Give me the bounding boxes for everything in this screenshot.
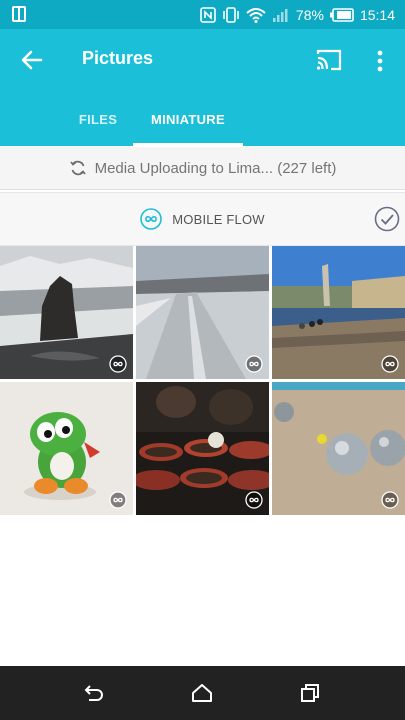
check-circle-icon[interactable] — [374, 206, 400, 232]
photo-tile-beach[interactable] — [0, 246, 133, 379]
tab-bar: FILES MINIATURE — [0, 93, 405, 146]
flow-label: MOBILE FLOW — [172, 211, 265, 227]
photo-tile-snow-road[interactable] — [136, 246, 269, 379]
recents-nav-icon[interactable] — [298, 681, 322, 705]
vibrate-icon — [223, 6, 239, 23]
tab-miniature-label: MINIATURE — [151, 112, 225, 127]
status-bar: 78% 15:14 — [0, 0, 405, 29]
infinity-icon — [109, 355, 127, 373]
battery-icon — [329, 7, 354, 22]
infinity-icon — [381, 491, 399, 509]
back-nav-icon[interactable] — [82, 681, 106, 705]
photo-tile-beer-pong[interactable] — [136, 382, 269, 515]
more-vertical-icon[interactable] — [372, 47, 388, 75]
app-bar: Pictures FILES MINIATURE — [0, 29, 405, 146]
infinity-icon — [381, 355, 399, 373]
infinity-icon — [140, 208, 163, 230]
photo-tile-river[interactable] — [272, 246, 405, 379]
infinity-icon — [245, 491, 263, 509]
back-arrow-icon[interactable] — [19, 47, 45, 73]
upload-status-text: Media Uploading to Lima... (227 left) — [94, 159, 337, 177]
wifi-icon — [246, 7, 266, 23]
tab-indicator — [133, 143, 243, 146]
tab-files-label: FILES — [78, 112, 118, 127]
flow-header: MOBILE FLOW — [0, 192, 405, 246]
tab-files[interactable]: FILES — [66, 93, 130, 146]
cast-icon[interactable] — [315, 46, 343, 74]
infinity-icon — [109, 491, 127, 509]
upload-status-bar[interactable]: Media Uploading to Lima... (227 left) — [0, 147, 405, 190]
page-title: Pictures — [82, 48, 154, 68]
signal-icon — [272, 8, 288, 22]
photo-tile-yoshi[interactable] — [0, 382, 133, 515]
clock: 15:14 — [359, 6, 395, 23]
tab-miniature[interactable]: MINIATURE — [133, 93, 243, 146]
system-nav-bar — [0, 666, 405, 720]
home-nav-icon[interactable] — [190, 681, 214, 705]
screen-icon — [12, 6, 26, 22]
photo-tile-petanque[interactable] — [272, 382, 405, 515]
nfc-icon — [200, 6, 216, 23]
battery-percent: 78% — [295, 6, 324, 23]
sync-icon — [69, 160, 86, 176]
infinity-icon — [245, 355, 263, 373]
